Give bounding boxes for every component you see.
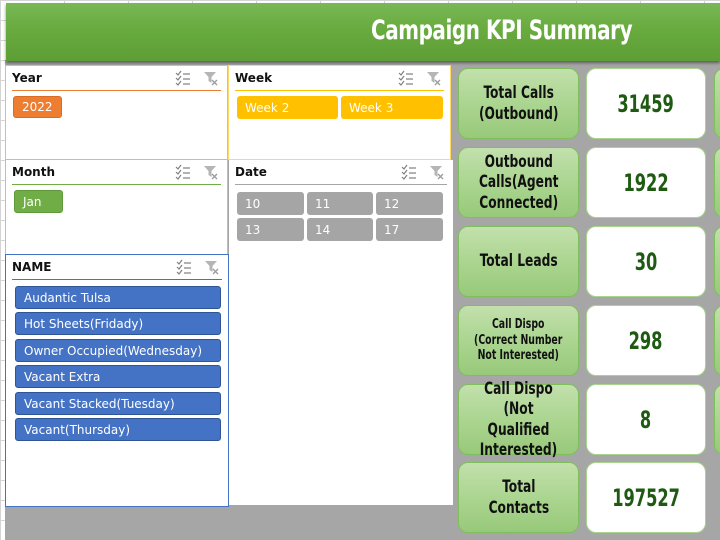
kpi-label-line: Not Interested) [477,348,560,364]
slicer-item-date[interactable]: 14 [307,218,373,241]
slicer-name: NAME Audantic Tulsa Hot Sheets(Fridady) … [5,254,229,507]
kpi-value: 1922 [586,147,706,218]
slicer-item-week[interactable]: Week 3 [341,96,443,119]
slicer-title: NAME [12,260,52,274]
kpi-label-text: Total Contacts [488,477,549,518]
kpi-label: Total Contacts [458,462,579,533]
page-title: Campaign KPI Summary [371,15,633,46]
title-banner: Campaign KPI Summary [6,3,720,61]
slicer-item-name[interactable]: Vacant(Thursday) [15,418,221,441]
kpi-label-line: (Outbound) [478,103,559,124]
kpi-label-partial [714,305,720,376]
kpi-value-text: 1922 [623,168,669,197]
kpi-value-text: 298 [629,326,663,355]
kpi-value-text: 30 [634,247,658,276]
slicer-item-name[interactable]: Vacant Stacked(Tuesday) [15,392,221,415]
slicer-week: Week Week 2 Week 3 [228,65,451,160]
kpi-label-line: Interested) [479,439,558,460]
clear-filter-icon[interactable] [429,164,445,180]
kpi-label-line: Total [501,477,536,498]
kpi-value: 30 [586,226,706,297]
kpi-label-line: Contacts [488,497,549,518]
kpi-label-line: Outbound [484,151,553,172]
clear-filter-icon[interactable] [204,259,220,275]
kpi-value: 8 [586,384,706,455]
slicer-item-name[interactable]: Audantic Tulsa [15,286,221,309]
slicer-item-week[interactable]: Week 2 [237,96,338,119]
kpi-value: 197527 [586,462,706,533]
kpi-label-partial [714,147,720,218]
multi-select-icon[interactable] [175,70,191,86]
kpi-label-text: Call Dispo (Not Qualified Interested) [471,379,566,461]
slicer-title: Month [12,165,56,179]
slicer-title: Week [235,71,273,85]
kpi-label-text: Total Calls (Outbound) [479,83,559,124]
kpi-label: Outbound Calls(Agent Connected) [458,147,579,218]
kpi-value-text: 31459 [617,89,675,118]
slicer-item-name[interactable]: Vacant Extra [15,365,221,388]
multi-select-icon[interactable] [401,164,417,180]
slicer-item-month[interactable]: Jan [14,190,63,213]
kpi-label-partial [714,384,720,455]
kpi-label-line: Call Dispo [484,378,553,399]
slicer-title: Date [235,165,267,179]
slicer-item-name[interactable]: Owner Occupied(Wednesday) [15,339,221,362]
kpi-label-line: Call Dispo [492,317,545,333]
kpi-value: 298 [586,305,706,376]
slicer-item-date[interactable]: 17 [376,218,443,241]
slicer-month: Month Jan [5,159,228,255]
slicer-item-name[interactable]: Hot Sheets(Fridady) [15,312,221,335]
kpi-label: Call Dispo (Not Qualified Interested) [458,379,579,460]
multi-select-icon[interactable] [176,259,192,275]
kpi-label-partial [714,226,720,297]
slicer-item-date[interactable]: 11 [307,192,373,215]
kpi-label-line: Total Calls [483,83,554,104]
slicer-item-date[interactable]: 13 [237,218,304,241]
kpi-value: 31459 [586,68,706,139]
slicer-date: Date 10 11 12 13 14 17 [229,160,453,505]
kpi-label: Total Calls (Outbound) [458,68,579,139]
kpi-label-text: Call Dispo (Correct Number Not Interested) [474,317,562,364]
slicer-year: Year 2022 [5,65,228,160]
clear-filter-icon[interactable] [203,70,219,86]
multi-select-icon[interactable] [398,70,414,86]
kpi-label-text: Outbound Calls(Agent Connected) [479,152,559,213]
clear-filter-icon[interactable] [203,164,219,180]
kpi-label-line: Total Leads [479,251,558,272]
kpi-label-text: Total Leads [480,251,558,271]
kpi-label-line: (Not Qualified [487,399,550,440]
slicer-item-date[interactable]: 10 [237,192,304,215]
clear-filter-icon[interactable] [426,70,442,86]
multi-select-icon[interactable] [175,164,191,180]
kpi-value-text: 8 [640,405,652,434]
slicer-item-year[interactable]: 2022 [13,96,62,118]
slicer-title: Year [12,71,42,85]
kpi-label: Call Dispo (Correct Number Not Interested) [458,305,579,376]
kpi-label-partial [714,68,720,139]
kpi-value-text: 197527 [612,483,680,512]
kpi-label-line: Calls(Agent [478,172,559,193]
slicer-item-date[interactable]: 12 [376,192,443,215]
kpi-label-line: (Correct Number [474,332,563,348]
kpi-label: Total Leads [458,226,579,297]
kpi-label-line: Connected) [479,192,558,213]
